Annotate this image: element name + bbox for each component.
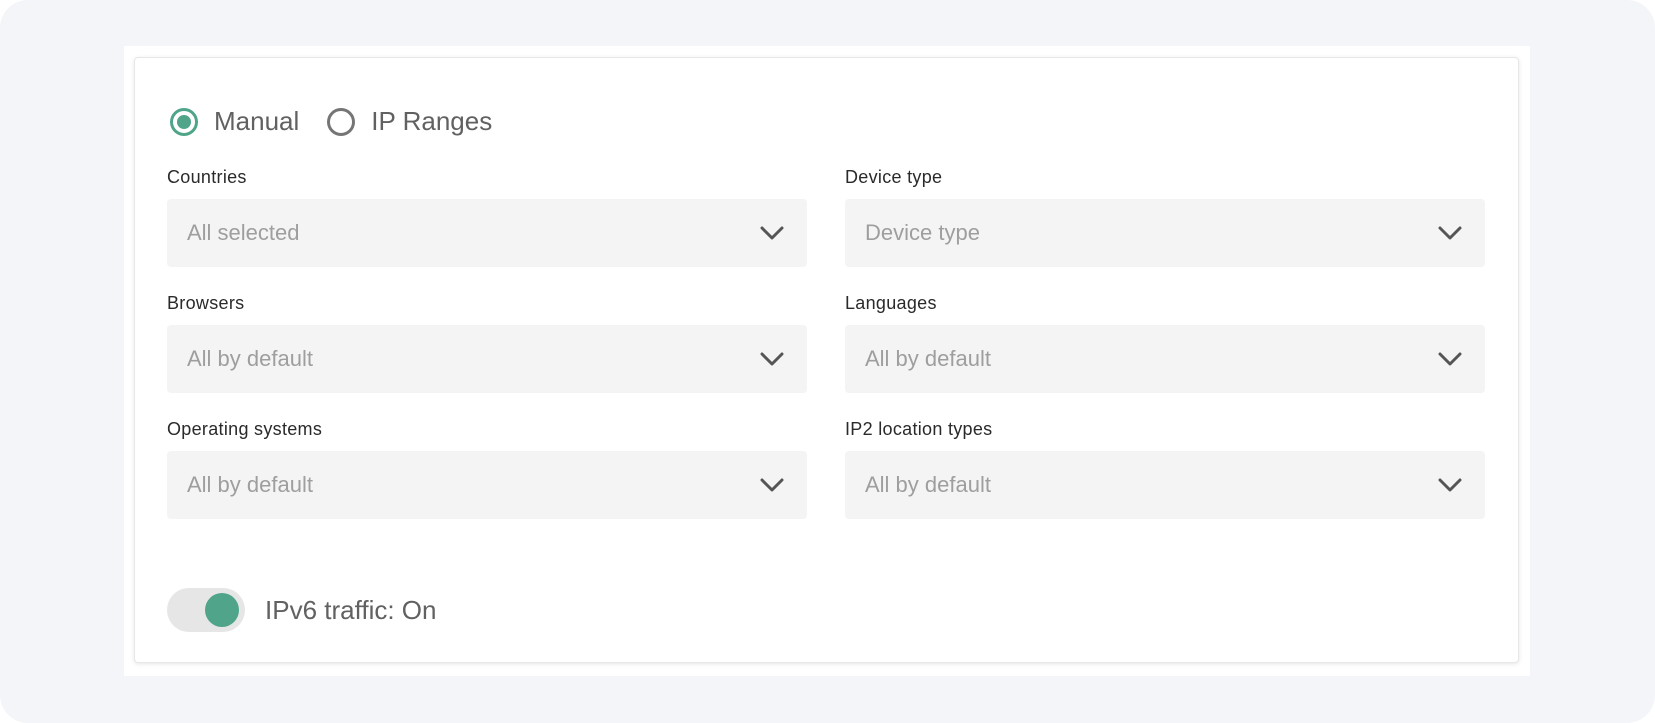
device-type-select[interactable]: Device type <box>845 199 1485 267</box>
radio-ip-ranges-label: IP Ranges <box>371 106 493 136</box>
operating-systems-label: Operating systems <box>167 419 323 439</box>
radio-ip-ranges[interactable]: IP Ranges <box>327 106 492 137</box>
page-background: Manual IP Ranges Countries All selected … <box>0 0 1655 723</box>
ip2-location-types-value: All by default <box>865 472 991 497</box>
ipv6-toggle-label: IPv6 traffic: On <box>265 594 437 625</box>
device-type-field: Device type Device type <box>845 165 1485 267</box>
countries-field: Countries All selected <box>167 165 807 267</box>
languages-field: Languages All by default <box>845 291 1485 393</box>
countries-value: All selected <box>187 220 300 245</box>
radio-manual-label: Manual <box>214 106 300 136</box>
browsers-select[interactable]: All by default <box>167 325 807 393</box>
chevron-down-icon <box>1437 477 1463 493</box>
mode-radio-group: Manual IP Ranges <box>170 106 492 137</box>
radio-manual[interactable]: Manual <box>170 106 299 137</box>
chevron-down-icon <box>759 477 785 493</box>
countries-select[interactable]: All selected <box>167 199 807 267</box>
countries-label: Countries <box>167 167 247 187</box>
browsers-value: All by default <box>187 346 313 371</box>
ipv6-toggle[interactable] <box>167 588 245 632</box>
browsers-label: Browsers <box>167 293 245 313</box>
radio-unchecked-icon <box>327 107 356 136</box>
radio-dot <box>177 114 191 129</box>
operating-systems-field: Operating systems All by default <box>167 417 807 519</box>
chevron-down-icon <box>759 225 785 241</box>
ip2-location-types-field: IP2 location types All by default <box>845 417 1485 519</box>
languages-select[interactable]: All by default <box>845 325 1485 393</box>
ipv6-toggle-row: IPv6 traffic: On <box>167 588 436 632</box>
languages-label: Languages <box>845 293 937 313</box>
operating-systems-value: All by default <box>187 472 313 497</box>
chevron-down-icon <box>1437 225 1463 241</box>
operating-systems-select[interactable]: All by default <box>167 451 807 519</box>
toggle-knob <box>205 593 239 627</box>
languages-value: All by default <box>865 346 991 371</box>
chevron-down-icon <box>759 351 785 367</box>
device-type-label: Device type <box>845 167 943 187</box>
browsers-field: Browsers All by default <box>167 291 807 393</box>
chevron-down-icon <box>1437 351 1463 367</box>
ip2-location-types-select[interactable]: All by default <box>845 451 1485 519</box>
targeting-card: Manual IP Ranges Countries All selected … <box>134 57 1519 663</box>
device-type-value: Device type <box>865 220 980 245</box>
radio-checked-icon <box>170 107 198 136</box>
ip2-location-types-label: IP2 location types <box>845 419 993 439</box>
